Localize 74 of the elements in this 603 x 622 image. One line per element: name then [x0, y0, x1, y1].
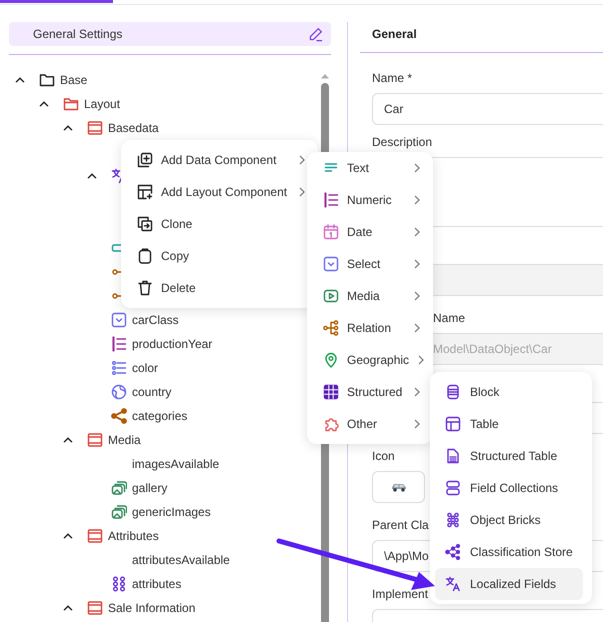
panel-icon [87, 120, 103, 136]
tree-item[interactable]: color [132, 361, 158, 375]
field-label: Icon [372, 449, 395, 463]
field-label: Description [372, 135, 432, 149]
menu-item[interactable]: Relation [307, 312, 433, 344]
play-icon [323, 288, 339, 304]
tree-item[interactable]: imagesAvailable [132, 457, 220, 471]
translate-icon [445, 576, 461, 592]
grid-icon [323, 384, 339, 400]
dropdown-icon [111, 312, 127, 328]
menu-item[interactable]: Geographic [307, 344, 433, 376]
tree-item[interactable]: country [132, 385, 172, 399]
dots-grid-icon [445, 512, 461, 528]
edit-icon[interactable] [308, 26, 323, 42]
map-pin-icon [323, 352, 339, 368]
menu-item[interactable]: Classification Store [435, 536, 583, 568]
car-icon [390, 482, 408, 492]
dropdown-icon [323, 256, 339, 272]
panel-icon [87, 528, 103, 544]
images-icon [111, 504, 127, 520]
field-label: Implement [372, 587, 428, 601]
menu-item[interactable]: Structured Table [435, 440, 583, 472]
share-icon [111, 408, 127, 424]
panel-icon [87, 600, 103, 616]
stacked-rows-icon [445, 480, 461, 496]
menu-item[interactable]: Object Bricks [435, 504, 583, 536]
sidebar-title: General Settings [33, 27, 122, 41]
field-label: Name [433, 311, 466, 325]
trash-icon [137, 280, 153, 296]
menu-item[interactable]: Other [307, 408, 433, 440]
images-icon [111, 480, 127, 496]
calendar-icon [323, 224, 339, 240]
grid-plus-icon [137, 184, 153, 200]
menu-item[interactable]: Localized Fields [435, 568, 583, 600]
clone-icon [137, 216, 153, 232]
tree-item[interactable]: Basedata [108, 121, 159, 135]
dots-grid-icon [111, 576, 127, 592]
tree-item[interactable]: Sale Information [108, 601, 196, 615]
field-label: Name * [372, 71, 412, 85]
menu-item[interactable]: Structured [307, 376, 433, 408]
list-icon [323, 192, 339, 208]
tree-item[interactable]: Layout [84, 97, 120, 111]
field-label: Parent Cla [372, 518, 429, 532]
menu-item[interactable]: Table [435, 408, 583, 440]
puzzle-icon [323, 416, 339, 432]
tree-item[interactable]: Base [60, 73, 88, 87]
tree-item[interactable]: genericImages [132, 505, 211, 519]
panel-icon [87, 432, 103, 448]
section-title: General [372, 27, 417, 41]
hierarchy-icon [323, 320, 339, 336]
sidebar-header[interactable]: General Settings [9, 22, 331, 46]
text-field[interactable]: Car [372, 93, 603, 125]
globe-icon [111, 384, 127, 400]
icon-picker[interactable] [372, 471, 425, 503]
document-icon [445, 448, 461, 464]
layers-plus-icon [137, 152, 153, 168]
folder-icon [39, 72, 55, 88]
tree-item[interactable]: gallery [132, 481, 168, 495]
table-icon [445, 416, 461, 432]
rows-icon [445, 384, 461, 400]
clipboard-icon [137, 248, 153, 264]
menu-item[interactable]: Block [435, 376, 583, 408]
network-icon [445, 544, 461, 560]
checklist-icon [111, 360, 127, 376]
tree-item[interactable]: categories [132, 409, 188, 423]
tree-item[interactable]: Media [108, 433, 141, 447]
folder-icon [63, 96, 79, 112]
menu-item[interactable]: Field Collections [435, 472, 583, 504]
tree-item[interactable]: attributes [132, 577, 182, 591]
tree-item[interactable]: Attributes [108, 529, 159, 543]
list-icon [111, 336, 127, 352]
tree-item[interactable]: carClass [132, 313, 179, 327]
tree-item[interactable]: attributesAvailable [132, 553, 230, 567]
tree-item[interactable]: productionYear [132, 337, 212, 351]
